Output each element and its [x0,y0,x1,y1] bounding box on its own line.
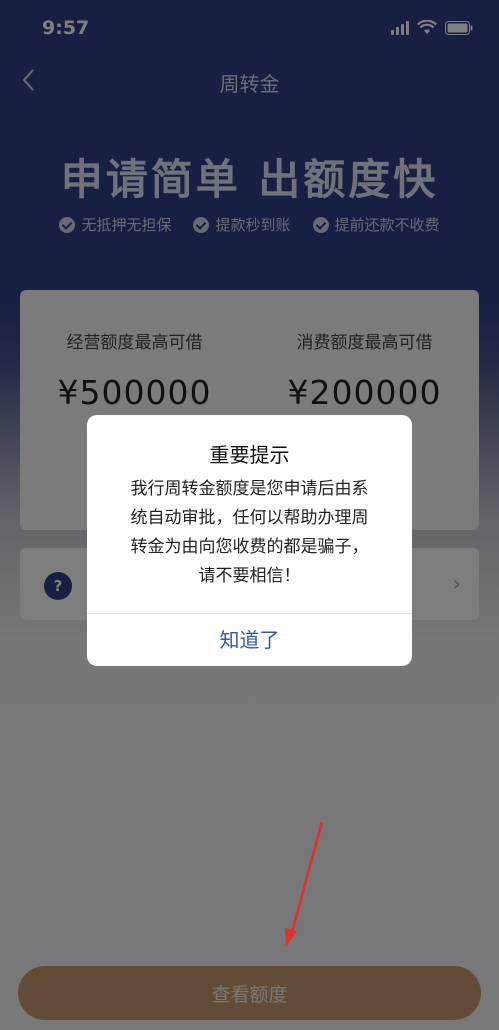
red-arrow-annotation [285,821,324,946]
